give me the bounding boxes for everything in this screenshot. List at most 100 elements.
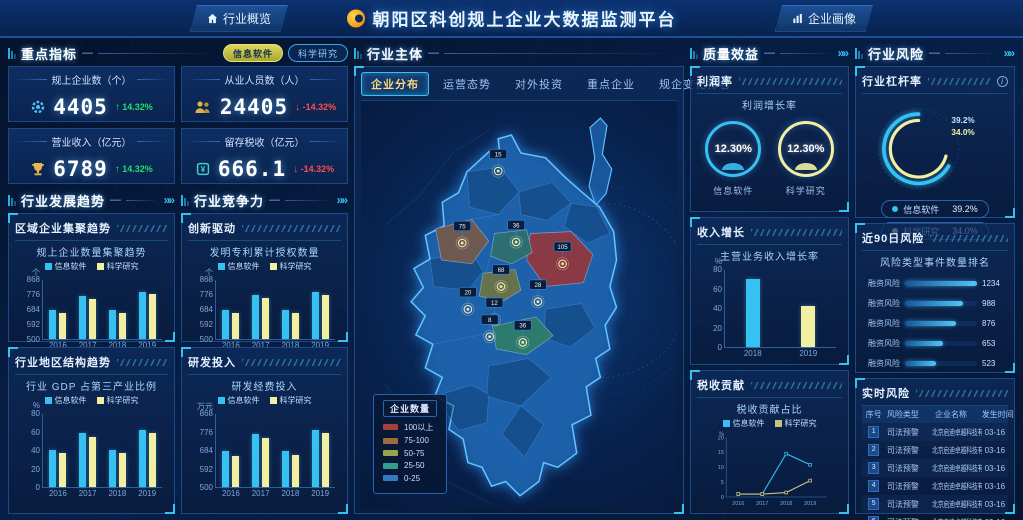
bar-group: 2018 bbox=[282, 451, 299, 487]
hbar-value: 988 bbox=[982, 299, 1006, 308]
gauge-label: 科学研究 bbox=[778, 184, 834, 197]
panel-title: 行业杠杆率 bbox=[862, 73, 922, 89]
panel-header: 研发投入 bbox=[188, 353, 341, 375]
bar bbox=[252, 295, 259, 339]
panel-header: 区域企业集聚趋势 bbox=[15, 219, 168, 241]
table-row[interactable]: 1司法预警北京启迪卓越科技有限公司03-16 bbox=[862, 423, 1008, 441]
hbar-row: 融资风险1234 bbox=[864, 278, 1006, 289]
bar bbox=[262, 438, 269, 487]
company-name: 北京启迪卓越科技有限公司 bbox=[932, 499, 981, 510]
expand-more-icon[interactable]: »» bbox=[838, 46, 849, 60]
info-icon[interactable]: i bbox=[997, 76, 1008, 87]
nav-industry-overview[interactable]: 行业概览 bbox=[190, 5, 288, 32]
section-marker-icon bbox=[8, 195, 16, 206]
cell-risk-type: 司法预警 bbox=[885, 513, 920, 520]
bar bbox=[222, 310, 229, 339]
cell-occurrence-time: 03-16 bbox=[982, 477, 1008, 495]
bar bbox=[109, 310, 116, 339]
expand-more-icon[interactable]: »» bbox=[337, 193, 348, 207]
filter-pill-science-research[interactable]: 科学研究 bbox=[288, 44, 348, 62]
bar bbox=[232, 313, 239, 339]
title-dash: — bbox=[269, 194, 280, 206]
expand-more-icon[interactable]: »» bbox=[164, 193, 175, 207]
section-marker-icon bbox=[855, 48, 863, 59]
legend-swatch bbox=[383, 450, 398, 456]
legend-swatch bbox=[97, 397, 104, 404]
indicator-delta: ↑ 14.32% bbox=[115, 102, 153, 113]
hbar-fill bbox=[905, 341, 943, 346]
cell-occurrence-time: 03-16 bbox=[982, 441, 1008, 459]
cell-risk-type: 司法预警 bbox=[885, 441, 920, 459]
table-row[interactable]: 5司法预警北京启迪卓越科技有限公司03-16 bbox=[862, 495, 1008, 513]
map-tab[interactable]: 运营态势 bbox=[433, 72, 501, 96]
column-header: 发生时间 bbox=[982, 406, 1008, 423]
indicator-body: 4405 ↑ 14.32% bbox=[15, 95, 168, 119]
legend-swatch bbox=[383, 424, 398, 430]
leverage-value-science-research: 34.0% bbox=[951, 128, 975, 137]
indicator-delta: ↓ -14.32% bbox=[293, 164, 334, 175]
filter-pill-info-software[interactable]: 信息软件 bbox=[223, 44, 283, 62]
map-tab[interactable]: 企业分布 bbox=[361, 72, 429, 96]
map-tab[interactable]: 重点企业 bbox=[577, 72, 645, 96]
x-axis-label: 2019 bbox=[799, 349, 817, 358]
industry-body-header: 行业主体 — bbox=[354, 43, 684, 63]
chart-title: 规上企业数量集聚趋势 bbox=[15, 244, 168, 259]
indicator-value: 4405 bbox=[53, 95, 108, 119]
bar bbox=[79, 296, 86, 339]
svg-text:36: 36 bbox=[513, 222, 520, 229]
section-marker-icon bbox=[8, 48, 16, 59]
table-row[interactable]: 3司法预警北京启迪卓越科技有限公司03-16 bbox=[862, 459, 1008, 477]
hbar-fill bbox=[905, 321, 956, 326]
industry-trend-column: 行业发展趋势 — »» 区域企业集聚趋势 规上企业数量集聚趋势信息软件科学研究5… bbox=[8, 190, 175, 514]
indicator-card: 留存税收（亿元）¥666.1↓ -14.32% bbox=[181, 128, 348, 184]
indicator-card: 规上企业数（个）4405↑ 14.32% bbox=[8, 66, 175, 122]
platform-logo-icon bbox=[347, 9, 365, 27]
table-row[interactable]: 4司法预警北京启迪卓越科技有限公司03-16 bbox=[862, 477, 1008, 495]
company-name: 北京启迪卓越科技有限公司 bbox=[932, 427, 981, 438]
competitiveness-column: 行业竞争力 — »» 创新驱动 发明专利累计授权数量信息软件科学研究500592… bbox=[181, 190, 348, 514]
agglomeration-panel: 区域企业集聚趋势 规上企业数量集聚趋势信息软件科学研究5005926847768… bbox=[8, 213, 175, 342]
divider bbox=[945, 53, 999, 54]
y-axis-tick: 684 bbox=[200, 447, 216, 455]
bar bbox=[252, 434, 259, 487]
bar bbox=[232, 456, 239, 487]
bar bbox=[746, 279, 760, 347]
cell-row-number: 4 bbox=[862, 477, 885, 495]
expand-more-icon[interactable]: »» bbox=[1004, 46, 1015, 60]
panel-header: 行业杠杆率 i bbox=[862, 72, 1008, 94]
bar-group: 2019 bbox=[312, 292, 329, 339]
svg-text:15: 15 bbox=[718, 450, 724, 456]
center-column: 行业主体 — 企业分布运营态势对外投资重点企业规企变化排名 bbox=[354, 43, 684, 514]
table-row[interactable]: 2司法预警北京启迪卓越科技有限公司03-16 bbox=[862, 441, 1008, 459]
chart-plot: 020406080%2016201720182019 bbox=[42, 414, 162, 488]
bar-group: 2018 bbox=[282, 310, 299, 339]
hbar-track bbox=[905, 361, 977, 366]
bar-group: 2017 bbox=[252, 295, 269, 339]
svg-text:10: 10 bbox=[718, 465, 724, 471]
indicator-body: ¥666.1↓ -14.32% bbox=[188, 157, 341, 181]
hbar-track bbox=[905, 321, 977, 326]
gdp-share-bar-chart: 行业 GDP 占第三产业比例信息软件科学研究020406080%20162017… bbox=[15, 375, 168, 508]
legend-row: 50-75 bbox=[383, 449, 437, 458]
hbar-row: 融资风险653 bbox=[864, 338, 1006, 349]
legend-rows: 100以上75-10050-7525-500-25 bbox=[383, 422, 437, 483]
x-axis-label: 2017 bbox=[252, 489, 270, 498]
y-axis-unit: 个 bbox=[205, 267, 216, 278]
indicator-delta: ↓ -14.32% bbox=[295, 102, 336, 113]
x-axis-label: 2018 bbox=[281, 489, 299, 498]
panel-title: 近90日风险 bbox=[862, 230, 924, 246]
hatch-decoration bbox=[242, 359, 341, 366]
map-tab[interactable]: 对外投资 bbox=[505, 72, 573, 96]
bar bbox=[139, 292, 146, 339]
nav-enterprise-portrait[interactable]: 企业画像 bbox=[775, 5, 873, 32]
hbar-row: 融资风险876 bbox=[864, 318, 1006, 329]
key-indicators-header: 重点指标 — 信息软件 科学研究 bbox=[8, 43, 348, 63]
title-dash: — bbox=[764, 47, 775, 59]
income-bar-chart: 主营业务收入增长率020406080%20182019 bbox=[697, 245, 842, 359]
bar bbox=[801, 306, 815, 347]
table-row[interactable]: 6司法预警北京启迪卓越科技有限公司03-16 bbox=[862, 513, 1008, 520]
row-number-badge: 3 bbox=[868, 462, 879, 474]
panel-title: 研发投入 bbox=[188, 354, 236, 370]
left-column: 重点指标 — 信息软件 科学研究 规上企业数（个）4405↑ 14.32%从业人… bbox=[8, 43, 348, 514]
legend-swatch bbox=[270, 397, 277, 404]
